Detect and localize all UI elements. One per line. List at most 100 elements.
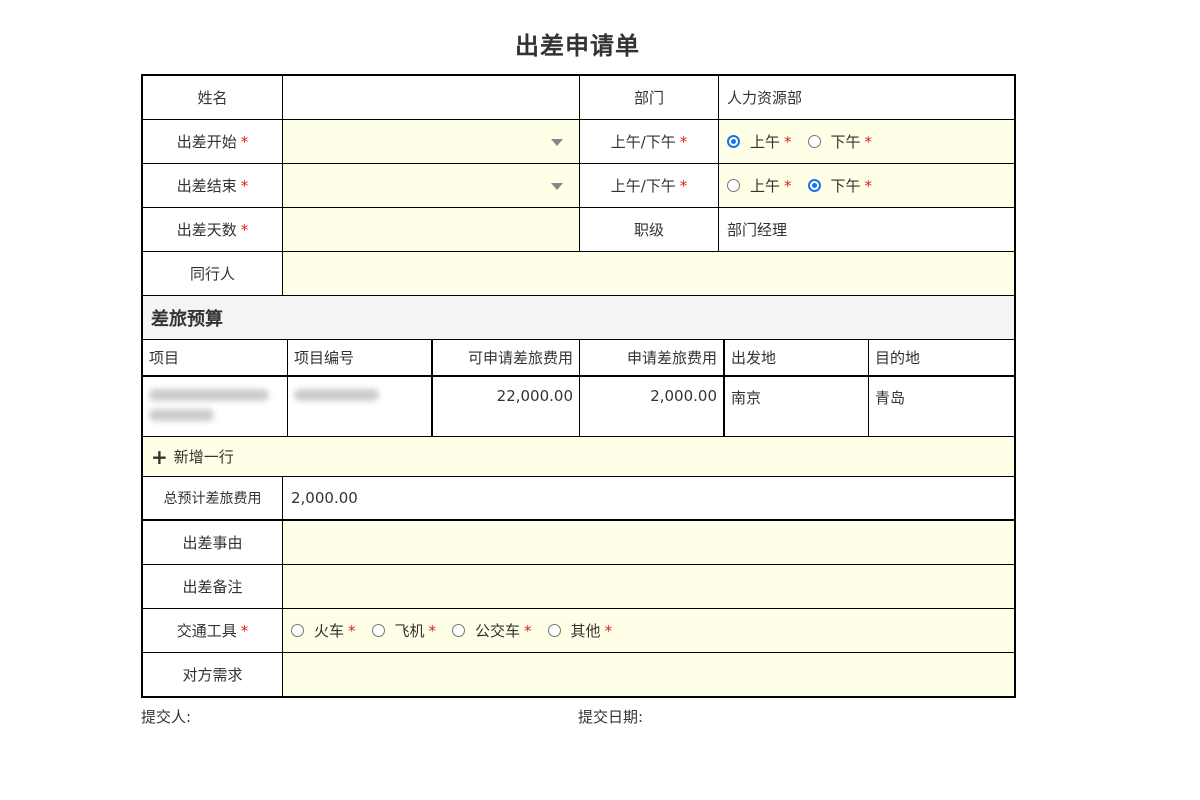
reason-label: 出差事由 — [143, 521, 283, 564]
required-mark: * — [864, 132, 873, 151]
add-row-button[interactable]: + 新增一行 — [143, 437, 1014, 476]
required-mark: * — [864, 176, 873, 195]
radio-icon[interactable] — [371, 624, 385, 637]
transport-option-train[interactable]: 火车 * — [291, 620, 356, 641]
blurred-text — [149, 389, 269, 401]
radio-selected-icon[interactable] — [807, 179, 821, 192]
days-label-text: 出差天数 — [176, 221, 237, 239]
required-mark: * — [240, 132, 249, 151]
start-ampm-label: 上午/下午 * — [580, 120, 719, 163]
page-title: 出差申请单 — [515, 32, 640, 60]
start-label-text: 出差开始 — [176, 133, 237, 151]
required-mark: * — [240, 220, 249, 239]
end-am-option[interactable]: 上午 * — [727, 175, 792, 196]
cell-destination[interactable]: 青岛 — [869, 377, 1014, 436]
row-add: + 新增一行 — [143, 437, 1014, 477]
start-am-option[interactable]: 上午 * — [727, 131, 792, 152]
needs-input[interactable] — [283, 653, 1014, 696]
required-mark: * — [240, 176, 249, 195]
col-header-text: 可申请差旅费用 — [467, 349, 573, 367]
name-field[interactable] — [283, 76, 580, 119]
total-label-text: 总预计差旅费用 — [163, 491, 262, 507]
required-mark: * — [679, 176, 688, 195]
level-value-text: 部门经理 — [727, 221, 788, 239]
days-label: 出差天数 * — [143, 208, 283, 251]
companion-input[interactable] — [283, 252, 1014, 295]
row-needs: 对方需求 — [143, 653, 1014, 696]
dept-label-text: 部门 — [633, 89, 664, 107]
available-value: 22,000.00 — [496, 387, 573, 405]
note-input[interactable] — [283, 565, 1014, 608]
row-transport: 交通工具 * 火车 * 飞机 * 公交车 * 其他 * — [143, 609, 1014, 653]
chevron-down-icon — [551, 182, 563, 190]
am-label: 上午 — [750, 177, 781, 195]
col-header-origin: 出发地 — [725, 340, 869, 375]
end-label-text: 出差结束 — [176, 177, 237, 195]
start-pm-option[interactable]: 下午 * — [807, 131, 873, 152]
pm-label: 下午 — [830, 133, 861, 151]
companion-label-text: 同行人 — [189, 265, 235, 283]
origin-value: 南京 — [731, 389, 762, 407]
col-header-text: 申请差旅费用 — [626, 349, 717, 367]
dept-value-text: 人力资源部 — [727, 89, 803, 107]
cell-origin[interactable]: 南京 — [725, 377, 869, 436]
row-end: 出差结束 * 上午/下午 * 上午 * 下午 * — [143, 164, 1014, 208]
needs-label: 对方需求 — [143, 653, 283, 696]
radio-icon[interactable] — [547, 624, 561, 637]
am-label: 上午 — [750, 133, 781, 151]
dept-value: 人力资源部 — [719, 76, 1014, 119]
required-mark: * — [240, 621, 249, 640]
row-note: 出差备注 — [143, 565, 1014, 609]
transport-label-text: 交通工具 — [176, 622, 237, 640]
radio-selected-icon[interactable] — [727, 135, 740, 148]
start-date-select[interactable] — [283, 120, 580, 163]
days-input[interactable] — [283, 208, 580, 251]
reason-label-text: 出差事由 — [182, 534, 243, 552]
required-mark: * — [784, 176, 792, 195]
cell-requested[interactable]: 2,000.00 — [580, 377, 725, 436]
plus-icon: + — [151, 444, 168, 469]
col-header-destination: 目的地 — [869, 340, 1014, 375]
col-header-project: 项目 — [143, 340, 288, 375]
start-ampm-radio-group: 上午 * 下午 * — [719, 120, 1014, 163]
col-header-text: 项目 — [149, 349, 180, 367]
transport-option-label: 其他 — [570, 622, 601, 640]
col-header-requested: 申请差旅费用 — [580, 340, 725, 375]
requested-value: 2,000.00 — [650, 387, 717, 405]
companion-label: 同行人 — [143, 252, 283, 295]
transport-option-label: 公交车 — [475, 622, 521, 640]
name-label-text: 姓名 — [197, 89, 228, 107]
submit-date-label: 提交日期: — [578, 708, 644, 726]
total-value-text: 2,000.00 — [291, 489, 358, 507]
radio-icon[interactable] — [727, 179, 740, 192]
row-start: 出差开始 * 上午/下午 * 上午 * 下午 * — [143, 120, 1014, 164]
cell-project-code[interactable] — [288, 377, 433, 436]
blurred-text — [149, 409, 214, 421]
transport-option-other[interactable]: 其他 * — [547, 620, 612, 641]
ampm-label-text: 上午/下午 — [610, 133, 676, 151]
table-row: 22,000.00 2,000.00 南京 青岛 — [143, 377, 1014, 437]
cell-project[interactable] — [143, 377, 288, 436]
required-mark: * — [784, 132, 792, 151]
cell-available: 22,000.00 — [433, 377, 580, 436]
note-label: 出差备注 — [143, 565, 283, 608]
name-label: 姓名 — [143, 76, 283, 119]
end-date-select[interactable] — [283, 164, 580, 207]
transport-radio-group: 火车 * 飞机 * 公交车 * 其他 * — [283, 609, 1014, 652]
level-label-text: 职级 — [633, 221, 664, 239]
transport-option-bus[interactable]: 公交车 * — [452, 620, 532, 641]
radio-icon[interactable] — [452, 624, 466, 637]
end-pm-option[interactable]: 下午 * — [807, 175, 873, 196]
reason-input[interactable] — [283, 521, 1014, 564]
radio-icon[interactable] — [807, 135, 821, 148]
col-header-text: 目的地 — [875, 349, 921, 367]
add-row-label: 新增一行 — [173, 448, 234, 466]
radio-icon[interactable] — [291, 624, 304, 637]
row-budget-header: 差旅预算 — [143, 296, 1014, 340]
required-mark: * — [524, 621, 532, 640]
total-value: 2,000.00 — [283, 477, 1014, 519]
chevron-down-icon — [551, 138, 563, 146]
budget-section-title-text: 差旅预算 — [151, 308, 223, 330]
transport-option-plane[interactable]: 飞机 * — [371, 620, 436, 641]
ampm-label-text: 上午/下午 — [610, 177, 676, 195]
